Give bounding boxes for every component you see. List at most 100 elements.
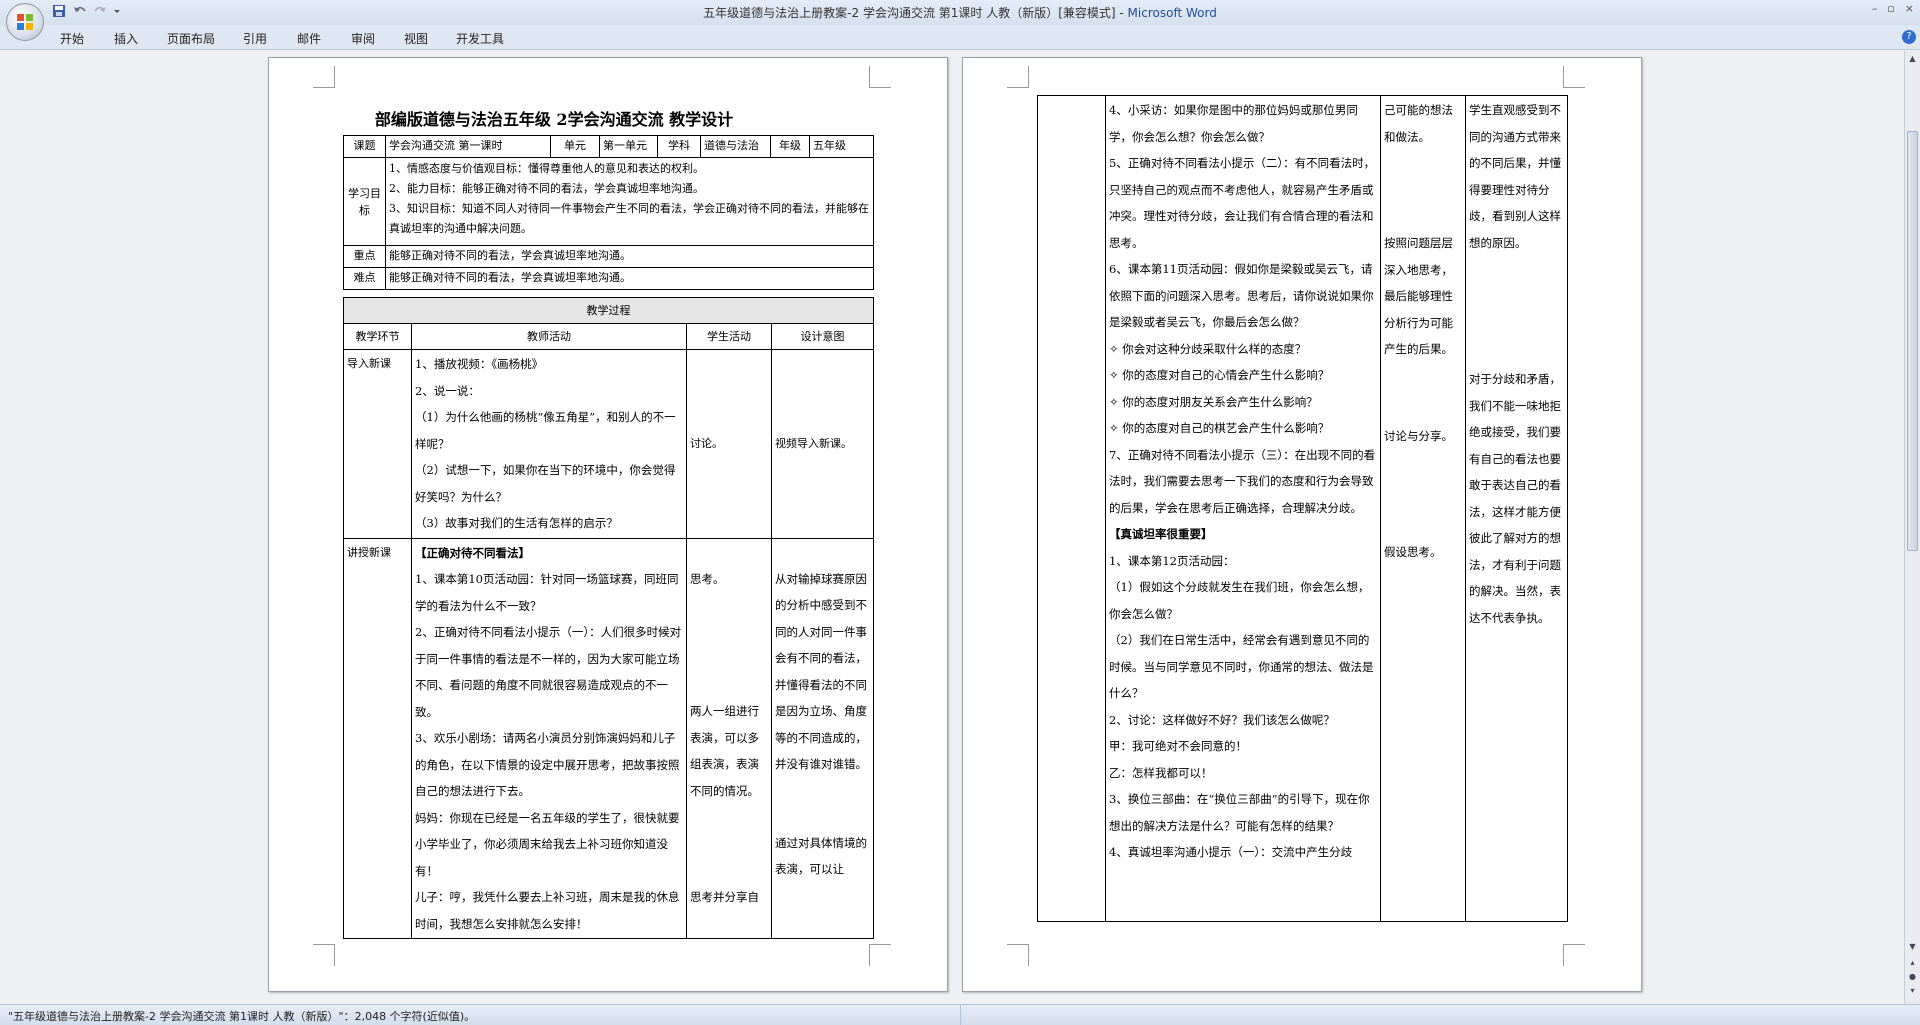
help-icon[interactable]: ?	[1902, 30, 1916, 44]
scroll-thumb[interactable]	[1907, 131, 1918, 551]
previous-page-icon[interactable]: ▴	[1907, 957, 1918, 968]
scroll-up-icon[interactable]: ▲	[1907, 53, 1918, 64]
redo-icon[interactable]	[92, 3, 108, 19]
document-area: 部编版道德与法治五年级 2学会沟通交流 教学设计 课题 学会沟通交流 第一课时 …	[0, 51, 1904, 1004]
close-button[interactable]: ×	[1905, 2, 1914, 15]
maximize-button[interactable]: ▫	[1887, 2, 1894, 15]
intent-continued[interactable]: 学生直观感受到不同的沟通方式带来的不同后果，并懂得要理性对待分歧，看到别人这样想…	[1465, 95, 1568, 922]
value-subject[interactable]: 道德与法治	[700, 135, 771, 158]
label-key-point: 重点	[343, 245, 386, 268]
customize-qat-icon[interactable]	[112, 3, 128, 19]
difficulty-text[interactable]: 能够正确对待不同的看法，学会真诚坦率地沟通。	[385, 267, 874, 290]
tab-developer[interactable]: 开发工具	[456, 30, 504, 47]
student-new-lesson[interactable]: 思考。 两人一组进行表演，可以多组表演，表演不同的情况。 思考并分享自	[686, 537, 772, 939]
value-unit[interactable]: 第一单元	[599, 135, 658, 158]
text-line: 儿子：哼，我凭什么要去上补习班，周末是我的休息时间，我想怎么安排就怎么安排！	[415, 890, 680, 931]
window-title: 五年级道德与法治上册教案-2 学会沟通交流 第1课时 人教（新版）[兼容模式] …	[0, 4, 1920, 21]
page-2: 4、小采访：如果你是图中的那位妈妈或那位男同学，你会怎么想？你会怎么做？ 5、正…	[962, 57, 1642, 992]
text-line: （3）故事对我们的生活有怎样的启示？	[415, 516, 618, 530]
undo-icon[interactable]	[72, 3, 88, 19]
header-stage: 教学环节	[343, 323, 412, 350]
goals-cell[interactable]: 1、情感态度与价值观目标：懂得尊重他人的意见和表达的权利。 2、能力目标：能够正…	[385, 157, 874, 246]
crop-mark	[1007, 66, 1029, 88]
text-line: 思考。	[690, 571, 725, 586]
browse-object-icon[interactable]: ●	[1907, 971, 1918, 982]
text-line: （1）假如这个分歧就发生在我们班，你会怎么想，你会怎么做？	[1109, 580, 1370, 621]
text-line: 按照问题层层深入地思考，最后能够理性分析行为可能产生的后果。	[1384, 236, 1453, 356]
tab-view[interactable]: 视图	[404, 30, 428, 47]
ribbon-tabs: 开始 插入 页面布局 引用 邮件 审阅 视图 开发工具 ?	[0, 25, 1920, 50]
header-teacher: 教师活动	[411, 323, 687, 350]
text-line: 1、课本第10页活动园：针对同一场篮球赛，同班同学的看法为什么不一致？	[415, 572, 679, 613]
crop-mark	[1563, 66, 1585, 88]
text-line: 7、正确对待不同看法小提示（三）：在出现不同的看法时，我们需要去思考一下我们的态…	[1109, 447, 1376, 515]
status-text: "五年级道德与法治上册教案-2 学会沟通交流 第1课时 人教（新版）"：2,04…	[8, 1010, 476, 1023]
text-line: ✧ 你的态度对自己的棋艺会产生什么影响？	[1109, 421, 1330, 435]
text-line: 己可能的想法和做法。	[1384, 103, 1453, 144]
text-line: 2、说一说：	[415, 383, 480, 398]
window-controls: – ▫ ×	[1872, 2, 1914, 15]
document-heading[interactable]: 部编版道德与法治五年级 2学会沟通交流 教学设计	[339, 106, 769, 130]
header-student: 学生活动	[686, 323, 772, 350]
intent-new-lesson[interactable]: 从对输掉球赛原因的分析中感受到不同的人对同一件事会有不同的看法，并懂得看法的不同…	[771, 537, 874, 939]
label-grade: 年级	[770, 135, 810, 158]
crop-mark	[1007, 944, 1029, 966]
text-line: 对于分歧和矛盾，我们不能一味地拒绝或接受，我们要有自己的看法也要敢于表达自己的看…	[1469, 372, 1561, 625]
minimize-button[interactable]: –	[1872, 2, 1878, 15]
text-line: 4、小采访：如果你是图中的那位妈妈或那位男同学，你会怎么想？你会怎么做？	[1109, 103, 1358, 144]
crop-mark	[313, 66, 335, 88]
goal-line: 2、能力目标：能够正确对待不同的看法，学会真诚坦率地沟通。	[389, 182, 704, 195]
section-heading: 【正确对待不同看法】	[415, 545, 530, 560]
tab-page-layout[interactable]: 页面布局	[167, 30, 215, 47]
tab-insert[interactable]: 插入	[114, 30, 138, 47]
text-line: 1、课本第12页活动园：	[1109, 553, 1235, 568]
intent-intro[interactable]: 视频导入新课。	[771, 349, 874, 539]
next-page-icon[interactable]: ▾	[1907, 985, 1918, 996]
crop-mark	[869, 944, 891, 966]
process-table-continued: 4、小采访：如果你是图中的那位妈妈或那位男同学，你会怎么想？你会怎么做？ 5、正…	[1037, 95, 1568, 922]
student-intro[interactable]: 讨论。	[686, 349, 772, 539]
text-line: 1、播放视频：《画杨桃》	[415, 357, 544, 371]
stage-new-lesson: 讲授新课	[343, 537, 412, 939]
text-line: 2、讨论：这样做好不好？我们该怎么做呢？	[1109, 712, 1335, 727]
text-line: （2）试想一下，如果你在当下的环境中，你会觉得好笑吗？为什么？	[415, 463, 676, 504]
teacher-new-lesson[interactable]: 【正确对待不同看法】 1、课本第10页活动园：针对同一场篮球赛，同班同学的看法为…	[411, 537, 687, 939]
process-title: 教学过程	[343, 297, 874, 324]
text-line: ✧ 你的态度对朋友关系会产生什么影响？	[1109, 394, 1318, 409]
label-subject: 学科	[657, 135, 701, 158]
crop-mark	[1563, 944, 1585, 966]
label-topic: 课题	[343, 135, 386, 158]
key-point-text[interactable]: 能够正确对待不同的看法，学会真诚坦率地沟通。	[385, 245, 874, 268]
status-divider	[960, 1004, 961, 1025]
text-line: 从对输掉球赛原因的分析中感受到不同的人对同一件事会有不同的看法，并懂得看法的不同…	[775, 571, 867, 772]
text-line: 3、欢乐小剧场：请两名小演员分别饰演妈妈和儿子的角色，在以下情景的设定中展开思考…	[415, 731, 680, 798]
crop-mark	[313, 944, 335, 966]
value-topic[interactable]: 学会沟通交流 第一课时	[385, 135, 551, 158]
scroll-down-icon[interactable]: ▼	[1907, 941, 1918, 952]
save-icon[interactable]	[52, 3, 68, 19]
tab-review[interactable]: 审阅	[351, 30, 375, 47]
teacher-intro[interactable]: 1、播放视频：《画杨桃》 2、说一说： （1）为什么他画的杨桃“像五角星”，和别…	[411, 349, 687, 539]
tab-mailings[interactable]: 邮件	[297, 30, 321, 47]
text-line: ✧ 你会对这种分歧采取什么样的态度？	[1109, 341, 1307, 356]
text-line: 思考并分享自	[690, 890, 759, 904]
student-continued[interactable]: 己可能的想法和做法。 按照问题层层深入地思考，最后能够理性分析行为可能产生的后果…	[1380, 95, 1466, 922]
value-grade[interactable]: 五年级	[809, 135, 874, 158]
tab-home[interactable]: 开始	[60, 30, 84, 47]
process-table: 教学过程 教学环节 教师活动 学生活动 设计意图 导入新课 1、播放视频：《画杨…	[343, 297, 874, 939]
text-line: 通过对具体情境的表演，可以让	[775, 835, 867, 877]
tab-references[interactable]: 引用	[243, 30, 267, 47]
label-goals: 学习目标	[343, 157, 386, 246]
title-bar: 五年级道德与法治上册教案-2 学会沟通交流 第1课时 人教（新版）[兼容模式] …	[0, 0, 1920, 25]
header-intent: 设计意图	[771, 323, 874, 350]
app-name: Microsoft Word	[1127, 6, 1217, 20]
text-line: 假设思考。	[1384, 545, 1442, 559]
goal-line: 1、情感态度与价值观目标：懂得尊重他人的意见和表达的权利。	[389, 162, 704, 175]
teacher-continued[interactable]: 4、小采访：如果你是图中的那位妈妈或那位男同学，你会怎么想？你会怎么做？ 5、正…	[1105, 95, 1381, 922]
text-line: 6、课本第11页活动园：假如你是梁毅或吴云飞，请依照下面的问题深入思考。思考后，…	[1109, 262, 1374, 329]
page-1: 部编版道德与法治五年级 2学会沟通交流 教学设计 课题 学会沟通交流 第一课时 …	[268, 57, 948, 992]
office-button[interactable]	[6, 3, 44, 41]
label-difficulty: 难点	[343, 267, 386, 290]
stage-continued	[1037, 95, 1106, 922]
vertical-scrollbar[interactable]: ▲ ▼ ▴ ● ▾	[1904, 51, 1920, 1004]
